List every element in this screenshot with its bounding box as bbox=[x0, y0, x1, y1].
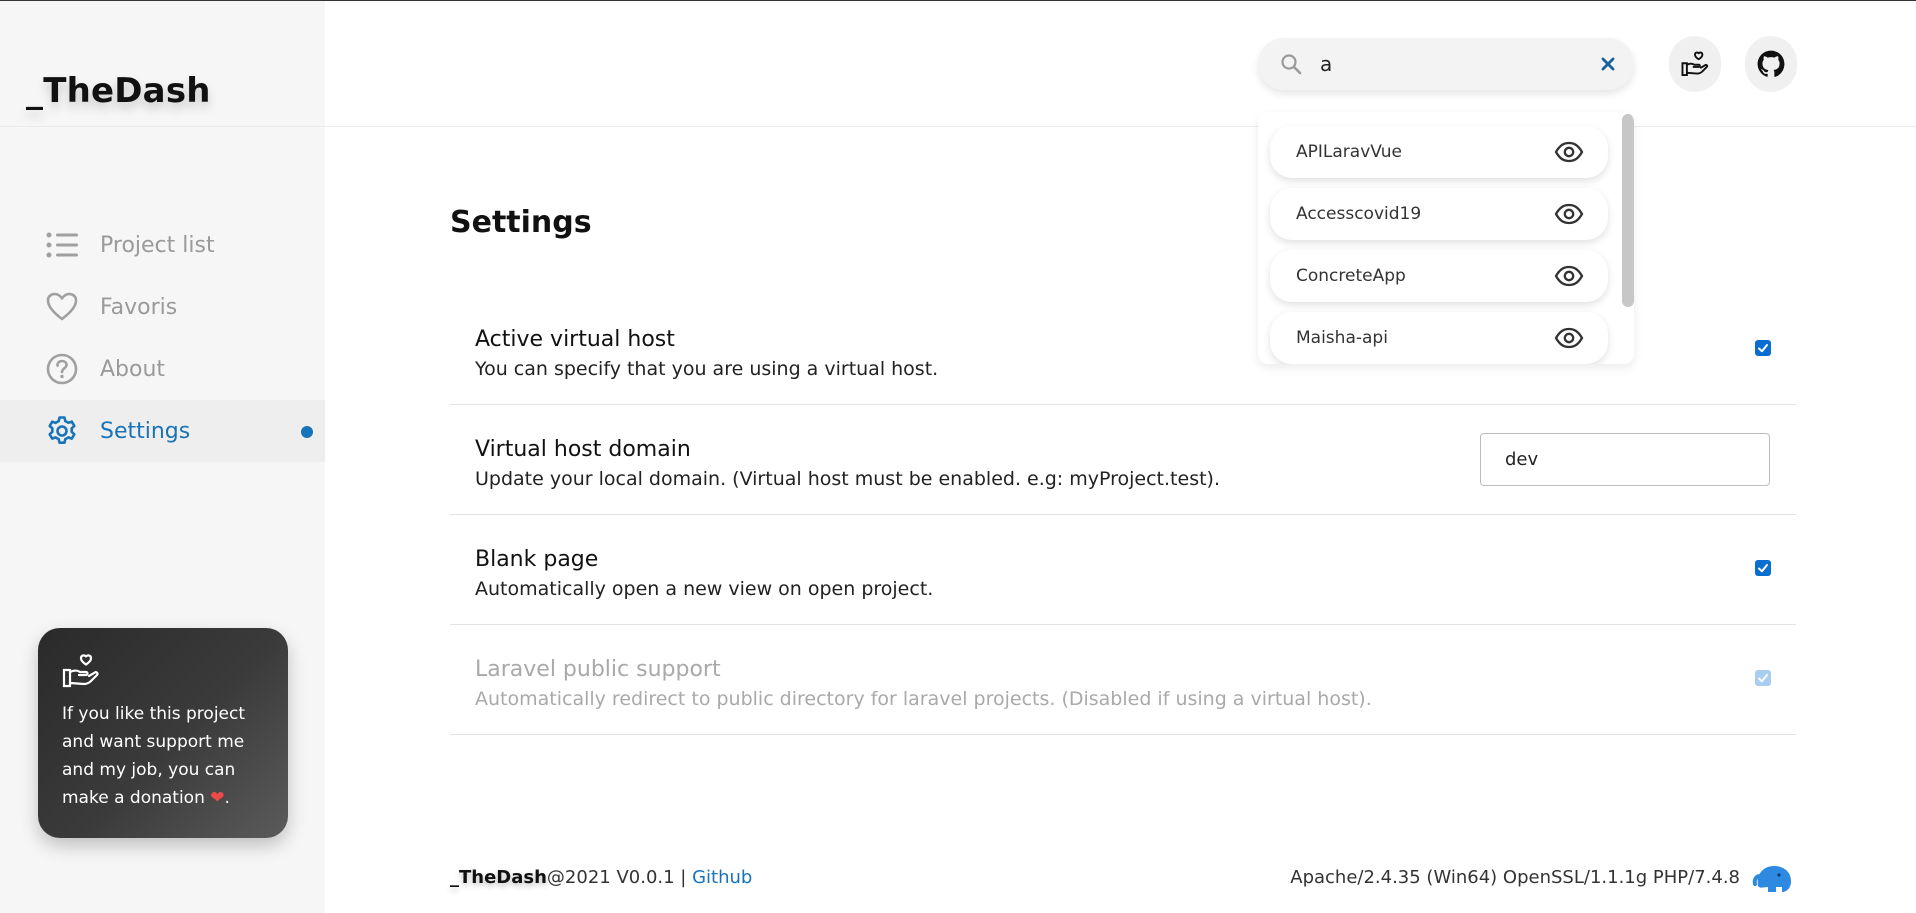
question-icon bbox=[46, 353, 78, 385]
check-icon bbox=[1758, 564, 1768, 573]
laravel-public-support-checkbox bbox=[1755, 670, 1771, 686]
active-virtual-host-checkbox[interactable] bbox=[1755, 340, 1771, 356]
sidebar-item-about[interactable]: About bbox=[0, 338, 325, 400]
sidebar-item-settings[interactable]: Settings bbox=[0, 400, 325, 462]
sidebar-item-project-list[interactable]: Project list bbox=[0, 214, 325, 276]
setting-laravel-public-support: Laravel public support Automatically red… bbox=[450, 625, 1796, 735]
github-button[interactable] bbox=[1745, 36, 1797, 92]
sidebar-item-label: Project list bbox=[100, 232, 215, 258]
github-icon bbox=[1757, 50, 1785, 77]
setting-title: Laravel public support bbox=[475, 657, 721, 682]
search-input[interactable] bbox=[1320, 52, 1598, 76]
search-result-item[interactable]: APILaravVue bbox=[1270, 126, 1608, 178]
sidebar-item-label: About bbox=[100, 356, 166, 382]
active-indicator-dot bbox=[301, 426, 313, 438]
list-icon bbox=[46, 229, 78, 261]
search-result-item[interactable]: Accesscovid19 bbox=[1270, 188, 1608, 240]
eye-icon[interactable] bbox=[1554, 265, 1584, 287]
blank-page-checkbox[interactable] bbox=[1755, 560, 1771, 576]
sidebar-item-label: Favoris bbox=[100, 294, 178, 320]
close-icon bbox=[1601, 57, 1615, 71]
setting-virtual-host-domain: Virtual host domain Update your local do… bbox=[450, 405, 1796, 515]
search-result-name: ConcreteApp bbox=[1296, 266, 1406, 286]
search-result-name: APILaravVue bbox=[1296, 142, 1402, 162]
sidebar-item-label: Settings bbox=[100, 418, 191, 444]
dropdown-scrollbar-thumb[interactable] bbox=[1622, 114, 1634, 307]
footer-github-link[interactable]: Github bbox=[692, 867, 752, 888]
setting-description: Automatically redirect to public directo… bbox=[475, 688, 1372, 710]
setting-title: Active virtual host bbox=[475, 327, 675, 352]
brand-area: _TheDash bbox=[0, 1, 325, 127]
setting-description: You can specify that you are using a vir… bbox=[475, 358, 939, 380]
php-elephant-icon bbox=[1752, 856, 1794, 898]
search-bar bbox=[1258, 38, 1634, 90]
setting-description: Update your local domain. (Virtual host … bbox=[475, 468, 1220, 490]
check-icon bbox=[1758, 344, 1768, 353]
sidebar: _TheDash Project list Favoris About Sett… bbox=[0, 1, 325, 913]
search-result-name: Accesscovid19 bbox=[1296, 204, 1422, 224]
server-info: Apache/2.4.35 (Win64) OpenSSL/1.1.1g PHP… bbox=[1290, 867, 1740, 888]
setting-blank-page: Blank page Automatically open a new view… bbox=[450, 515, 1796, 625]
setting-active-virtual-host: Active virtual host You can specify that… bbox=[450, 295, 1796, 405]
donate-hand-icon bbox=[62, 654, 100, 688]
heart-emoji-icon: ❤ bbox=[210, 788, 225, 808]
check-icon bbox=[1758, 674, 1768, 683]
footer-info: _TheDash@2021 V0.0.1 | Github bbox=[450, 867, 752, 888]
donation-suffix: . bbox=[224, 788, 230, 808]
setting-title: Blank page bbox=[475, 547, 599, 572]
sidebar-nav: Project list Favoris About Settings bbox=[0, 214, 325, 462]
eye-icon[interactable] bbox=[1554, 141, 1584, 163]
footer-brand: _TheDash bbox=[450, 867, 547, 888]
search-icon bbox=[1280, 53, 1302, 75]
app-title[interactable]: _TheDash bbox=[26, 71, 211, 111]
page-title: Settings bbox=[450, 205, 592, 240]
donation-message: If you like this project and want suppor… bbox=[62, 700, 264, 812]
donate-button[interactable] bbox=[1669, 36, 1721, 92]
donate-hand-icon bbox=[1681, 51, 1709, 77]
setting-description: Automatically open a new view on open pr… bbox=[475, 578, 934, 600]
sidebar-item-favoris[interactable]: Favoris bbox=[0, 276, 325, 338]
gear-icon bbox=[46, 415, 78, 447]
setting-title: Virtual host domain bbox=[475, 437, 691, 462]
heart-icon bbox=[46, 291, 78, 323]
virtual-host-domain-input[interactable] bbox=[1480, 433, 1770, 486]
clear-search-button[interactable] bbox=[1598, 54, 1618, 74]
eye-icon[interactable] bbox=[1554, 203, 1584, 225]
footer-version: @2021 V0.0.1 | bbox=[546, 867, 693, 888]
donation-card[interactable]: If you like this project and want suppor… bbox=[38, 628, 288, 838]
header-divider bbox=[325, 126, 1916, 127]
